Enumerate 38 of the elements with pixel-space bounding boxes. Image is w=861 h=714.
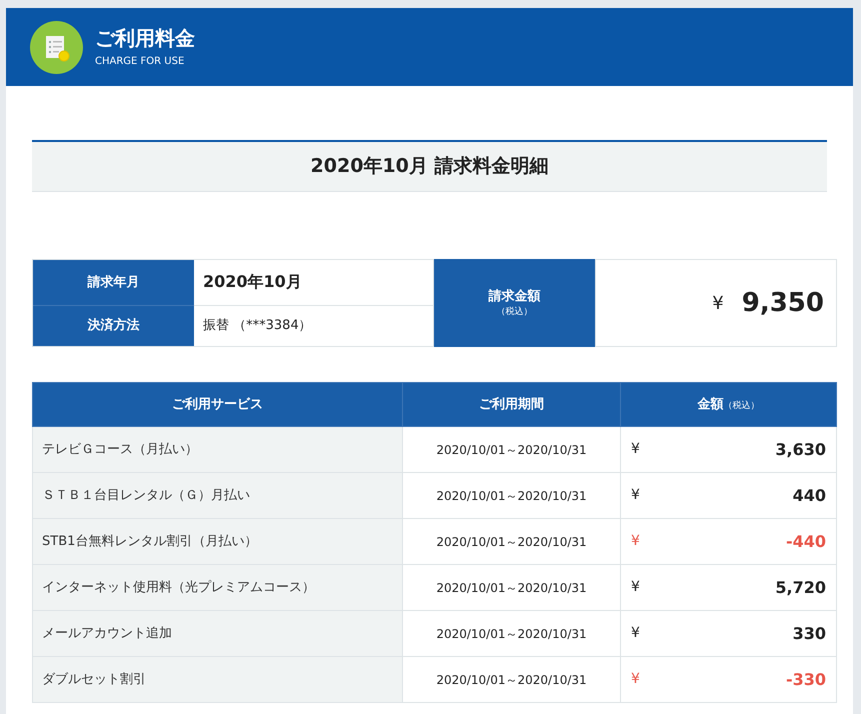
currency-sign: ¥ [712,292,724,316]
field-label: 請求年月 [33,260,194,306]
period-cell: 2020/10/01～2020/10/31 [402,518,620,564]
tax-note: （税込） [496,306,532,319]
currency-sign: ¥ [631,624,640,643]
amount-label: 請求金額 [488,288,540,306]
period-cell: 2020/10/01～2020/10/31 [402,610,620,656]
column-header: 金額（税込） [620,382,836,426]
period-cell: 2020/10/01～2020/10/31 [402,656,620,702]
amount-value: 3,630 [775,438,826,460]
column-header: ご利用サービス [32,382,402,426]
field-label: 決済方法 [33,306,194,346]
amount-value: 330 [792,622,826,644]
service-cell: STB1台無料レンタル割引（月払い） [32,518,402,564]
currency-sign: ¥ [631,440,640,459]
currency-sign: ¥ [631,486,640,505]
service-cell: テレビＧコース（月払い） [32,426,402,472]
invoice-icon [30,20,83,74]
amount-value: -440 [786,530,826,552]
currency-sign: ¥ [631,670,640,689]
currency-sign: ¥ [631,578,640,597]
service-cell: メールアカウント追加 [32,610,402,656]
total-amount: 9,350 [742,286,824,320]
amount-value: 440 [792,484,826,506]
field-value: 振替 （***3384） [202,317,313,336]
page-title: ご利用料金 [95,25,195,51]
service-cell: インターネット使用料（光プレミアムコース） [32,564,402,610]
period-cell: 2020/10/01～2020/10/31 [402,472,620,518]
column-header: ご利用期間 [402,382,620,426]
service-cell: ダブルセット割引 [32,656,402,702]
period-cell: 2020/10/01～2020/10/31 [402,564,620,610]
amount-value: -330 [786,668,826,690]
statement-title: 2020年10月 請求料金明細 [32,140,827,192]
page-subtitle: CHARGE FOR USE [95,55,186,69]
amount-value: 5,720 [775,576,826,598]
service-cell: ＳＴＢ１台目レンタル（Ｇ）月払い [32,472,402,518]
period-cell: 2020/10/01～2020/10/31 [402,426,620,472]
currency-sign: ¥ [631,532,640,551]
